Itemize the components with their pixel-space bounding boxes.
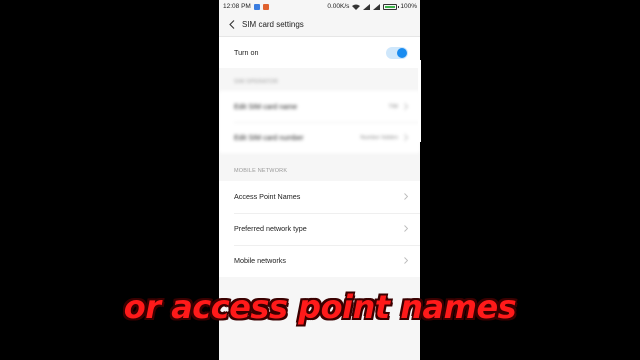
- battery-percent: 100%: [400, 3, 417, 10]
- status-icons: 0.00K/s 100%: [327, 3, 417, 10]
- status-bar: 12:08 PM 0.00K/s 100%: [219, 0, 420, 13]
- section-header: SIM OPERATOR: [234, 79, 279, 85]
- sim-name-label: Edit SIM card name: [234, 102, 298, 111]
- status-time: 12:08 PM: [223, 3, 251, 10]
- sim-card: Edit SIM card name TIM Edit SIM card num…: [219, 91, 420, 153]
- list-item-label: Preferred network type: [234, 224, 307, 233]
- turn-on-card: Turn on: [219, 37, 420, 68]
- list-item-label: Access Point Names: [234, 192, 301, 201]
- battery-fill: [385, 5, 396, 8]
- sim-name-row[interactable]: Edit SIM card name TIM: [219, 91, 420, 122]
- wifi-icon: [352, 4, 361, 10]
- page-title: SIM card settings: [242, 20, 304, 29]
- scrollbar[interactable]: [418, 60, 421, 142]
- chevron-right-icon: [404, 134, 408, 141]
- back-button[interactable]: [227, 20, 237, 30]
- sim-name-value: TIM: [388, 103, 398, 110]
- signal-icon: [363, 3, 371, 10]
- sim-number-value: Number hidden: [360, 134, 398, 141]
- section-header: MOBILE NETWORK: [234, 168, 288, 174]
- signal-icon: [373, 3, 381, 10]
- chevron-right-icon: [404, 257, 408, 264]
- notification-icon: [253, 3, 260, 10]
- mobile-network-card: Access Point Names Preferred network typ…: [219, 181, 420, 277]
- sim-number-row[interactable]: Edit SIM card number Number hidden: [219, 122, 420, 153]
- chevron-right-icon: [404, 193, 408, 200]
- battery-icon: [383, 3, 400, 10]
- list-item[interactable]: Access Point Names: [219, 181, 420, 212]
- chevron-left-icon: [229, 20, 235, 29]
- chevron-right-icon: [404, 225, 408, 232]
- sim-number-label: Edit SIM card number: [234, 133, 304, 142]
- turn-on-row[interactable]: Turn on: [219, 37, 420, 68]
- turn-on-toggle[interactable]: [386, 47, 408, 59]
- list-item-label: Mobile networks: [234, 256, 286, 265]
- toggle-knob: [397, 48, 407, 58]
- list-item[interactable]: Preferred network type: [219, 213, 420, 244]
- chevron-right-icon: [404, 103, 408, 110]
- list-item[interactable]: Mobile networks: [219, 245, 420, 276]
- notification-icon: [262, 3, 269, 10]
- app-bar: SIM card settings: [219, 13, 420, 37]
- network-speed: 0.00K/s: [327, 3, 350, 10]
- video-caption: or access point names: [123, 288, 517, 326]
- turn-on-label: Turn on: [234, 48, 259, 57]
